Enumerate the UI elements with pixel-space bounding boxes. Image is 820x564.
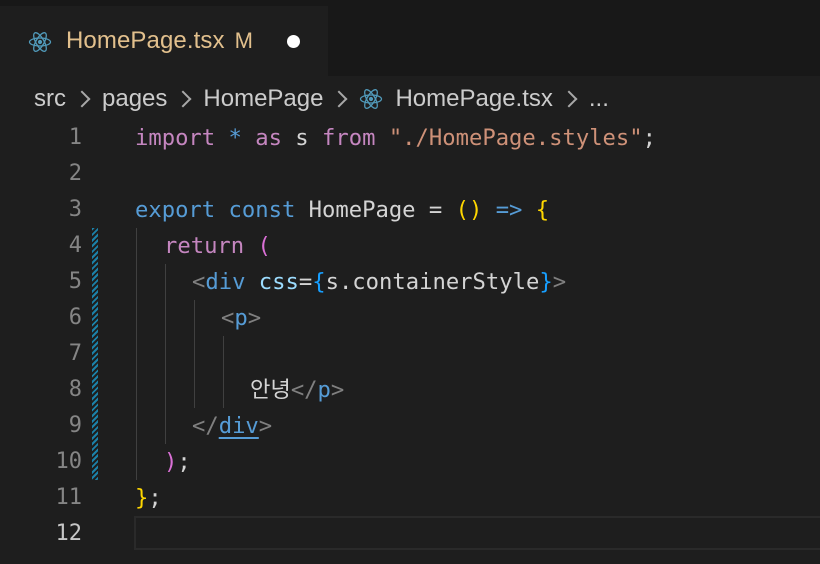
modified-indicator: M xyxy=(234,28,253,53)
chevron-right-icon xyxy=(174,90,192,108)
line-number: 6 xyxy=(68,305,82,330)
code-text: export const HomePage = () => { xyxy=(135,197,550,223)
line-number: 11 xyxy=(55,485,83,510)
code-text: </div> xyxy=(192,413,273,439)
react-icon xyxy=(360,89,383,109)
breadcrumb-homepage-folder[interactable]: HomePage xyxy=(203,85,323,113)
unsaved-dot-icon[interactable] xyxy=(286,34,300,48)
code-line[interactable]: 6 <p> xyxy=(0,300,820,336)
code-line[interactable]: 12 xyxy=(0,516,820,552)
editor-window: HomePage.tsx M src pages HomePage HomePa… xyxy=(0,0,820,564)
chevron-right-icon xyxy=(73,90,91,108)
code-line[interactable]: 4 return ( xyxy=(0,228,820,264)
line-number: 2 xyxy=(68,161,82,186)
line-number: 12 xyxy=(55,521,83,546)
tab-title: HomePage.tsx xyxy=(66,27,225,54)
line-number: 8 xyxy=(68,377,82,402)
line-number: 5 xyxy=(68,269,82,294)
code-line[interactable]: 10 ); xyxy=(0,444,820,480)
code-text: ); xyxy=(164,449,191,475)
code-line[interactable]: 1 import * as s from "./HomePage.styles"… xyxy=(0,120,820,156)
code-line[interactable]: 8 안녕</p> xyxy=(0,372,820,408)
line-number: 1 xyxy=(68,125,82,150)
breadcrumb-homepage-file[interactable]: HomePage.tsx xyxy=(395,85,552,113)
code-line[interactable]: 3 export const HomePage = () => { xyxy=(0,192,820,228)
chevron-right-icon xyxy=(330,90,348,108)
line-number: 3 xyxy=(68,197,82,222)
chevron-right-icon xyxy=(560,90,578,108)
tab-bar: HomePage.tsx M xyxy=(0,0,820,76)
editor-tab-homepage[interactable]: HomePage.tsx M xyxy=(0,6,328,76)
breadcrumb-pages[interactable]: pages xyxy=(102,85,167,113)
line-number: 10 xyxy=(55,449,83,474)
react-icon xyxy=(28,32,52,52)
line-number: 9 xyxy=(68,413,82,438)
code-editor[interactable]: 1 import * as s from "./HomePage.styles"… xyxy=(0,120,820,564)
line-number: 7 xyxy=(68,341,82,366)
code-line[interactable]: 5 <div css={s.containerStyle}> xyxy=(0,264,820,300)
code-text: 안녕</p> xyxy=(250,377,345,403)
code-line[interactable]: 7 xyxy=(0,336,820,372)
code-text: <div css={s.containerStyle}> xyxy=(192,269,567,295)
code-text: }; xyxy=(135,485,162,511)
code-line[interactable]: 2 xyxy=(0,156,820,192)
breadcrumb: src pages HomePage HomePage.tsx ... xyxy=(34,80,609,118)
code-text: return ( xyxy=(164,233,271,259)
line-number: 4 xyxy=(68,233,82,258)
breadcrumb-symbol[interactable]: ... xyxy=(589,85,609,113)
code-text: <p> xyxy=(221,305,262,331)
code-text: import * as s from "./HomePage.styles"; xyxy=(135,125,656,151)
code-line[interactable]: 11 }; xyxy=(0,480,820,516)
breadcrumb-src[interactable]: src xyxy=(34,85,66,113)
code-line[interactable]: 9 </div> xyxy=(0,408,820,444)
